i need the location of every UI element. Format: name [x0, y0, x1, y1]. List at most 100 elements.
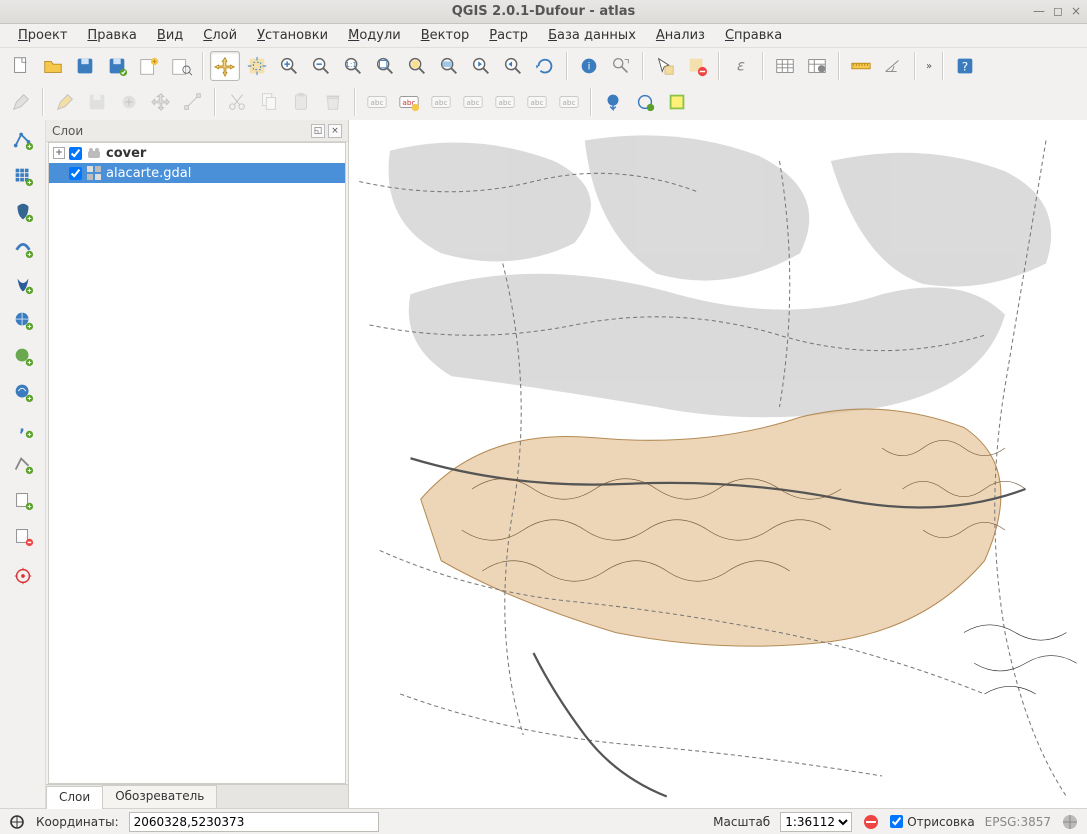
new-project-button[interactable] — [6, 51, 36, 81]
close-button[interactable]: × — [1071, 4, 1081, 18]
select-button[interactable] — [650, 51, 680, 81]
layer-row-cover[interactable]: + cover — [49, 143, 345, 163]
add-feature-button — [114, 87, 144, 117]
field-calc-button[interactable] — [802, 51, 832, 81]
menu-layer[interactable]: Слой — [195, 26, 245, 45]
menu-settings[interactable]: Установки — [249, 26, 336, 45]
svg-text:ε: ε — [737, 58, 745, 75]
crs-label[interactable]: EPSG:3857 — [985, 815, 1051, 829]
layer-name: alacarte.gdal — [106, 166, 191, 181]
tab-browser[interactable]: Обозреватель — [102, 785, 217, 808]
refresh-button[interactable] — [530, 51, 560, 81]
layer-row-alacarte[interactable]: alacarte.gdal — [49, 163, 345, 183]
menu-analysis[interactable]: Анализ — [648, 26, 713, 45]
add-wfs-button[interactable] — [6, 376, 40, 408]
menu-view[interactable]: Вид — [149, 26, 191, 45]
coordinates-input[interactable] — [129, 812, 379, 832]
add-delimited-button[interactable]: , — [6, 412, 40, 444]
identify-button[interactable]: i — [574, 51, 604, 81]
menu-edit[interactable]: Правка — [79, 26, 144, 45]
zoom-last-button[interactable] — [466, 51, 496, 81]
menubar: Проект Правка Вид Слой Установки Модули … — [0, 24, 1087, 48]
label-move-button: abc — [490, 87, 520, 117]
add-wms-button[interactable] — [6, 304, 40, 336]
measure-button[interactable] — [846, 51, 876, 81]
node-tool-button — [178, 87, 208, 117]
add-mssql-button[interactable] — [6, 268, 40, 300]
open-table-button[interactable] — [770, 51, 800, 81]
pan-button[interactable] — [210, 51, 240, 81]
panel-undock-button[interactable]: ◱ — [311, 124, 325, 138]
add-postgis-button[interactable] — [6, 196, 40, 228]
menu-plugins[interactable]: Модули — [340, 26, 409, 45]
coordinates-label: Координаты: — [36, 815, 119, 829]
edit-toggle-button — [6, 87, 36, 117]
add-raster-button[interactable] — [6, 160, 40, 192]
svg-text:abc: abc — [498, 98, 511, 107]
zoom-out-button[interactable] — [306, 51, 336, 81]
zoom-layer-button[interactable] — [434, 51, 464, 81]
label-show-button: abc — [458, 87, 488, 117]
tab-layers[interactable]: Слои — [46, 786, 103, 809]
render-label: Отрисовка — [907, 815, 974, 829]
composer-manager-button[interactable] — [166, 51, 196, 81]
expression-button[interactable]: ε — [726, 51, 756, 81]
identify-results-button[interactable] — [606, 51, 636, 81]
menu-database[interactable]: База данных — [540, 26, 644, 45]
save-project-as-button[interactable] — [102, 51, 132, 81]
render-checkbox[interactable] — [890, 815, 903, 828]
remove-layer-button[interactable] — [6, 520, 40, 552]
scale-select[interactable]: 1:36112 — [780, 812, 852, 832]
titlebar: QGIS 2.0.1-Dufour - atlas — ◻ × — [0, 0, 1087, 24]
zoom-selection-button[interactable] — [402, 51, 432, 81]
statusbar: Координаты: Масштаб 1:36112 Отрисовка EP… — [0, 808, 1087, 834]
stop-render-icon[interactable] — [862, 813, 880, 831]
svg-text:abc: abc — [370, 98, 383, 107]
window-title: QGIS 2.0.1-Dufour - atlas — [452, 4, 636, 19]
toolbar-overflow[interactable]: » — [922, 61, 936, 72]
help-button[interactable]: ? — [950, 51, 980, 81]
cut-button — [222, 87, 252, 117]
open-project-button[interactable] — [38, 51, 68, 81]
label-pin-button[interactable]: abc — [394, 87, 424, 117]
pan-selection-button[interactable] — [242, 51, 272, 81]
add-vector-button[interactable] — [6, 124, 40, 156]
zoom-native-button[interactable]: 1:1 — [338, 51, 368, 81]
expand-icon[interactable]: + — [53, 147, 65, 159]
layer-visibility-checkbox[interactable] — [69, 167, 82, 180]
svg-text:abc: abc — [530, 98, 543, 107]
zoom-full-button[interactable] — [370, 51, 400, 81]
svg-text:abc: abc — [466, 98, 479, 107]
copy-button — [254, 87, 284, 117]
osm-import-button[interactable] — [630, 87, 660, 117]
osm-download-button[interactable] — [598, 87, 628, 117]
crs-status-icon[interactable] — [1061, 813, 1079, 831]
menu-raster[interactable]: Растр — [481, 26, 536, 45]
osm-settings-button[interactable] — [662, 87, 692, 117]
layer-visibility-checkbox[interactable] — [69, 147, 82, 160]
panel-close-button[interactable]: × — [328, 124, 342, 138]
label-layer-button: abc — [362, 87, 392, 117]
save-project-button[interactable] — [70, 51, 100, 81]
zoom-next-button[interactable] — [498, 51, 528, 81]
new-shapefile-button[interactable] — [6, 484, 40, 516]
menu-help[interactable]: Справка — [717, 26, 790, 45]
new-composer-button[interactable] — [134, 51, 164, 81]
add-gpx-button[interactable] — [6, 448, 40, 480]
cover-feature — [421, 409, 1001, 646]
render-toggle[interactable]: Отрисовка — [890, 815, 974, 829]
menu-project[interactable]: Проект — [10, 26, 75, 45]
measure-angle-button[interactable] — [878, 51, 908, 81]
maximize-button[interactable]: ◻ — [1053, 4, 1063, 18]
add-spatialite-button[interactable] — [6, 232, 40, 264]
deselect-button[interactable] — [682, 51, 712, 81]
menu-vector[interactable]: Вектор — [413, 26, 478, 45]
gps-button[interactable] — [6, 560, 40, 592]
map-canvas[interactable] — [349, 120, 1087, 808]
zoom-in-button[interactable] — [274, 51, 304, 81]
layer-tree[interactable]: + cover alacarte.gdal — [48, 142, 346, 784]
add-wcs-button[interactable] — [6, 340, 40, 372]
svg-text:1:1: 1:1 — [345, 60, 357, 69]
minimize-button[interactable]: — — [1033, 4, 1045, 18]
toggle-extents-icon[interactable] — [8, 813, 26, 831]
